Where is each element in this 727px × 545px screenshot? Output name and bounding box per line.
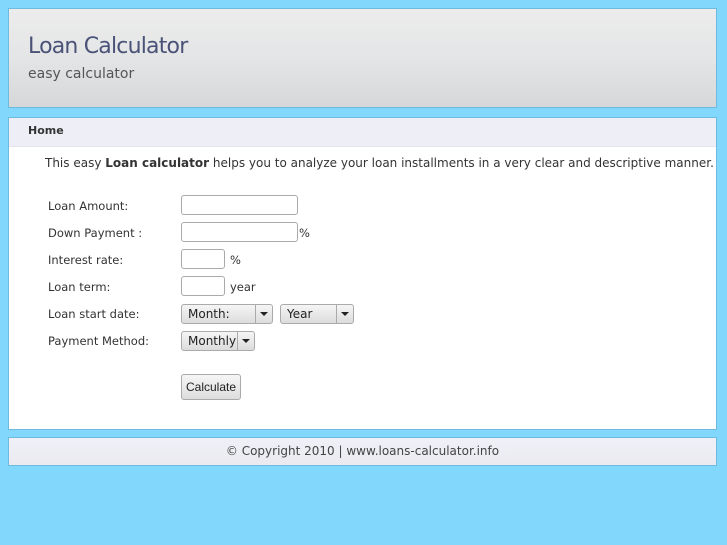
loan-amount-input[interactable]	[181, 195, 298, 215]
start-month-value: Month:	[188, 307, 230, 321]
payment-method-value: Monthly	[188, 334, 237, 348]
site-title: Loan Calculator	[28, 34, 188, 59]
interest-rate-input[interactable]	[181, 249, 225, 269]
loan-term-suffix: year	[230, 280, 256, 294]
payment-method-select[interactable]: Monthly	[181, 331, 255, 351]
chevron-down-icon	[336, 305, 353, 323]
loan-term-label: Loan term:	[48, 280, 111, 294]
nav-home-link[interactable]: Home	[28, 124, 64, 137]
nav-bar: Home	[9, 118, 716, 147]
site-tagline: easy calculator	[28, 66, 135, 82]
site-header: Loan Calculator easy calculator	[8, 8, 717, 108]
chevron-down-icon	[237, 332, 254, 350]
intro-bold: Loan calculator	[105, 156, 210, 170]
calculate-button[interactable]: Calculate	[181, 374, 241, 400]
down-payment-input[interactable]	[181, 222, 298, 242]
loan-amount-label: Loan Amount:	[48, 199, 129, 213]
intro-text: This easy Loan calculator helps you to a…	[45, 156, 714, 170]
footer: © Copyright 2010 | www.loans-calculator.…	[8, 437, 717, 466]
down-payment-label: Down Payment :	[48, 226, 143, 240]
interest-rate-label: Interest rate:	[48, 253, 124, 267]
down-payment-suffix: %	[299, 226, 310, 240]
loan-term-input[interactable]	[181, 276, 225, 296]
payment-method-label: Payment Method:	[48, 334, 150, 348]
intro-prefix: This easy	[45, 156, 106, 170]
intro-suffix: helps you to analyze your loan installme…	[209, 156, 714, 170]
start-year-select[interactable]: Year	[280, 304, 354, 324]
chevron-down-icon	[255, 305, 272, 323]
main-content: Home This easy Loan calculator helps you…	[8, 117, 717, 430]
start-month-select[interactable]: Month:	[181, 304, 273, 324]
interest-rate-suffix: %	[230, 253, 241, 267]
start-date-label: Loan start date:	[48, 307, 140, 321]
footer-copyright: © Copyright 2010 | www.loans-calculator.…	[225, 444, 500, 458]
start-year-value: Year	[287, 307, 313, 321]
